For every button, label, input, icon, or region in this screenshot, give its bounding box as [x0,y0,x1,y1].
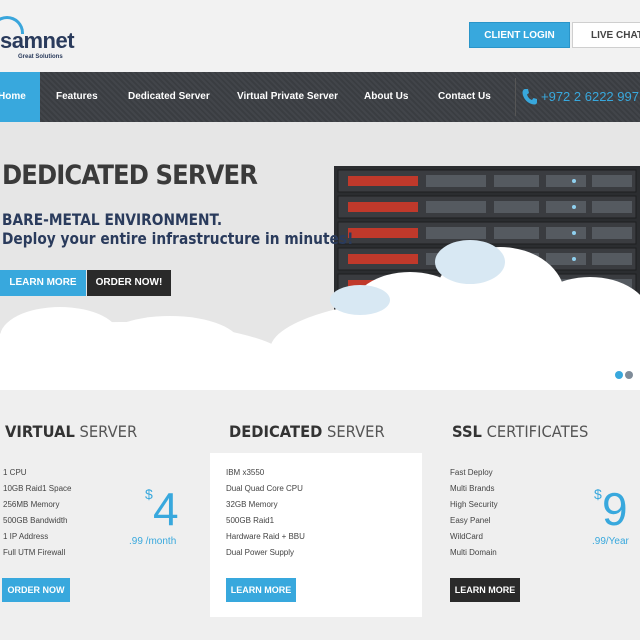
nav-item-contact-us[interactable]: Contact Us [438,72,491,122]
plan-title-ssl: SSL CERTIFICATES [452,422,588,441]
top-bar: samnet Great Solutions CLIENT LOGIN LIVE… [0,0,640,72]
price-amount: 4 [153,483,179,535]
price-cents: .99/Year [592,536,629,547]
brand-tagline: Great Solutions [18,54,63,60]
price-cents: .99 /month [129,536,177,547]
client-login-button[interactable]: CLIENT LOGIN [469,22,570,48]
main-nav: Home Features Dedicated Server Virtual P… [0,72,640,122]
hero-banner: DEDICATED SERVER BARE-METAL ENVIRONMENT.… [0,122,640,390]
nav-item-about-us[interactable]: About Us [364,72,408,122]
plan-feature: 32GB Memory [226,500,278,509]
plan-feature: 10GB Raid1 Space [3,484,72,493]
plan-title-virtual: VIRTUAL SERVER [5,422,137,441]
plan-title-dedicated: DEDICATED SERVER [229,422,385,441]
plan-feature: Hardware Raid + BBU [226,532,305,541]
plan-feature: 256MB Memory [3,500,60,509]
plan-title-rest: CERTIFICATES [481,422,589,441]
plan-title-bold: VIRTUAL [5,422,75,441]
plan-feature: 500GB Raid1 [226,516,275,525]
plan-feature: Dual Quad Core CPU [226,484,303,493]
plans-section: VIRTUAL SERVER 1 CPU 10GB Raid1 Space 25… [0,390,640,640]
plan-feature: Easy Panel [450,516,491,525]
slider-dot[interactable] [625,371,633,379]
nav-item-virtual-private-server[interactable]: Virtual Private Server [237,72,338,122]
plan-feature: Multi Domain [450,548,497,557]
price-amount: 9 [602,483,628,535]
price-currency: $ [145,486,153,502]
plan-title-rest: SERVER [74,422,138,441]
plan-feature: High Security [450,500,498,509]
plan-feature: 1 IP Address [3,532,49,541]
plan-title-rest: SERVER [322,422,385,441]
hero-learn-more-button[interactable]: LEARN MORE [0,270,86,296]
logo[interactable]: samnet Great Solutions [0,14,80,60]
plan-feature: Fast Deploy [450,468,493,477]
phone-icon [522,89,537,105]
plan-feature: 1 CPU [3,468,27,477]
plan-feature: Full UTM Firewall [3,548,66,557]
live-chat-button[interactable]: LIVE CHAT [572,22,640,48]
plan-learn-more-button[interactable]: LEARN MORE [226,578,296,602]
slider-dots [615,366,635,384]
plan-feature: IBM x3550 [226,468,265,477]
price-currency: $ [594,486,602,502]
brand-name: samnet [0,28,75,53]
nav-divider [515,78,516,116]
phone-number[interactable]: +972 2 6222 997 [541,72,639,122]
hero-order-now-button[interactable]: ORDER NOW! [87,270,171,296]
plan-title-bold: DEDICATED [229,422,323,441]
nav-item-home[interactable]: Home [0,72,40,122]
plan-feature: WildCard [450,532,483,541]
hero-title: DEDICATED SERVER [2,160,258,191]
nav-item-dedicated-server[interactable]: Dedicated Server [128,72,210,122]
plan-feature: Dual Power Supply [226,548,295,557]
hero-subtitle-line2: Deploy your entire infrastructure in min… [2,229,354,248]
slider-dot-active[interactable] [615,371,623,379]
plan-order-now-button[interactable]: ORDER NOW [2,578,70,602]
plan-title-bold: SSL [452,422,482,441]
plan-feature: Multi Brands [450,484,495,493]
nav-item-features[interactable]: Features [56,72,98,122]
plan-learn-more-button[interactable]: LEARN MORE [450,578,520,602]
plan-feature: 500GB Bandwidth [3,516,68,525]
hero-subtitle-line1: BARE-METAL ENVIRONMENT. [2,210,223,229]
